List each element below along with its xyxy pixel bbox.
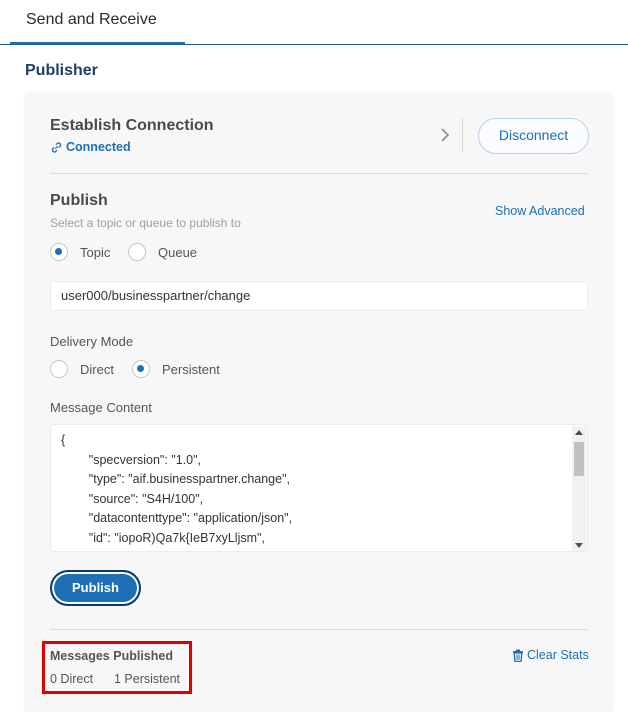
section-divider [50,173,588,174]
tab-label: Send and Receive [26,11,157,28]
tab-send-and-receive[interactable]: Send and Receive [10,0,185,44]
persistent-count: 1 Persistent [114,672,181,686]
message-content-textarea[interactable]: { "specversion": "1.0", "type": "aif.bus… [50,424,588,552]
connected-label: Connected [66,140,131,154]
scroll-down-icon[interactable] [575,543,583,548]
chevron-right-icon[interactable] [440,128,450,142]
queue-radio[interactable] [128,243,146,261]
direct-count: 0 Direct [50,672,94,686]
topic-label: Topic [80,245,111,260]
scroll-thumb[interactable] [574,442,584,476]
publish-button[interactable]: Publish [50,570,141,606]
persistent-label: Persistent [162,362,220,377]
persistent-radio[interactable] [132,360,150,378]
divider [462,118,463,152]
direct-label: Direct [80,362,114,377]
tab-bar: Send and Receive [0,0,628,45]
clear-stats-label: Clear Stats [527,648,589,662]
section-title: Publisher [25,62,98,79]
disconnect-button[interactable]: Disconnect [478,118,589,154]
messages-published-title: Messages Published [50,649,173,663]
clear-stats-button[interactable]: Clear Stats [512,648,589,662]
show-advanced-link[interactable]: Show Advanced [495,204,585,218]
direct-radio[interactable] [50,360,68,378]
publish-subtitle: Select a topic or queue to publish to [50,216,241,230]
topic-radio[interactable] [50,243,68,261]
topic-input[interactable]: user000/businesspartner/change [50,281,588,311]
stats-divider [50,629,588,630]
textarea-scrollbar[interactable] [572,426,586,551]
publish-title: Publish [50,192,108,209]
scroll-up-icon[interactable] [575,430,583,435]
delivery-mode-label: Delivery Mode [50,334,134,349]
message-content-label: Message Content [50,400,152,415]
trash-icon [513,649,523,662]
connection-title: Establish Connection [50,117,214,134]
connection-status: Connected [50,140,131,154]
message-content-text: { "specversion": "1.0", "type": "aif.bus… [61,433,293,545]
queue-label: Queue [158,245,198,260]
link-icon [51,141,62,153]
